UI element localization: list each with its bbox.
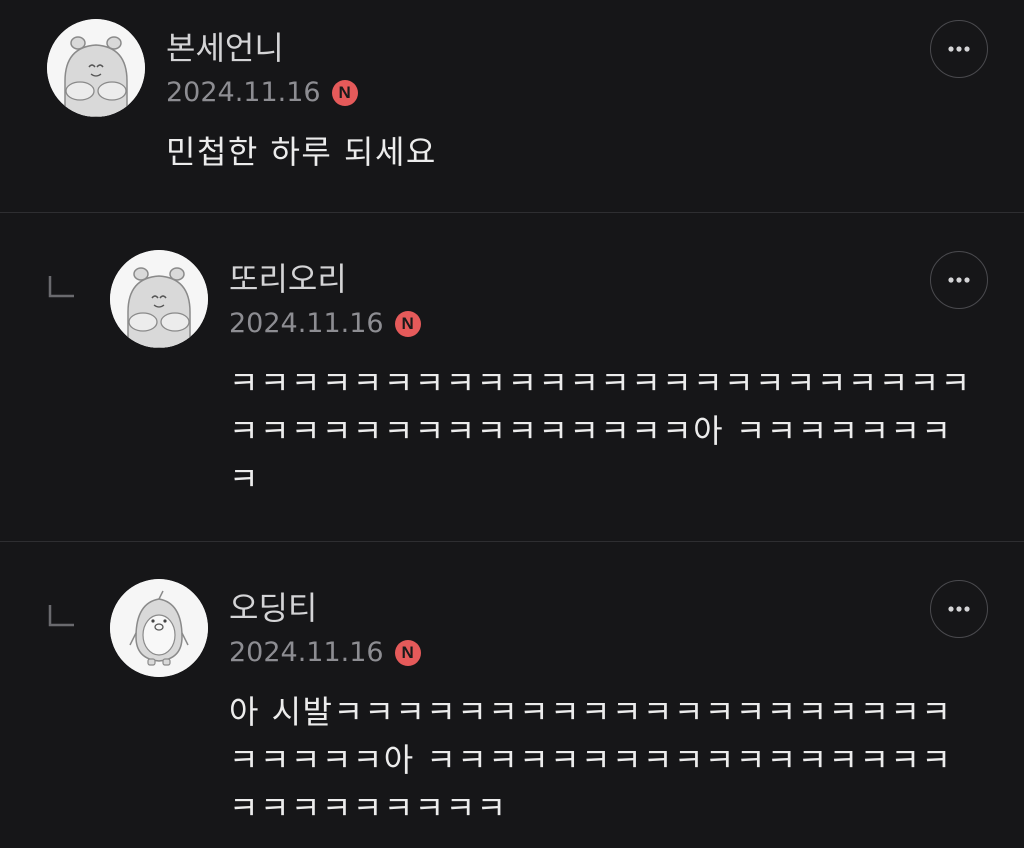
comment-date: 2024.11.16: [229, 308, 384, 339]
ellipsis-icon: [948, 606, 970, 612]
new-badge-icon: N: [394, 310, 421, 337]
ellipsis-icon: [948, 46, 970, 52]
divider: [0, 212, 1024, 213]
comment-text: ㅋㅋㅋㅋㅋㅋㅋㅋㅋㅋㅋㅋㅋㅋㅋㅋㅋㅋㅋㅋㅋㅋㅋㅋㅋㅋㅋㅋㅋㅋㅋㅋㅋㅋㅋㅋㅋㅋㅋ아…: [229, 364, 972, 498]
comment-text: 아 시발ㅋㅋㅋㅋㅋㅋㅋㅋㅋㅋㅋㅋㅋㅋㅋㅋㅋㅋㅋㅋㅋㅋㅋㅋㅋ아 ㅋㅋㅋㅋㅋㅋㅋㅋㅋ…: [229, 693, 953, 827]
hamster-avatar-icon[interactable]: [110, 250, 208, 348]
reply-arrow-icon: [48, 276, 74, 298]
comment-meta: 2024.11.16 N: [229, 639, 421, 666]
comment-date: 2024.11.16: [166, 77, 321, 108]
comment-text: 민첩한 하루 되세요: [166, 133, 437, 171]
comment-author[interactable]: 오딩티: [229, 592, 317, 624]
reply-arrow-icon: [48, 605, 74, 627]
hamster-avatar-icon[interactable]: [47, 19, 145, 117]
ellipsis-icon: [948, 277, 970, 283]
penguin-avatar-icon[interactable]: [110, 579, 208, 677]
divider: [0, 541, 1024, 542]
comment-author[interactable]: 본세언니: [166, 32, 284, 64]
new-badge-icon: N: [331, 79, 358, 106]
comment-meta: 2024.11.16 N: [166, 79, 358, 106]
comment-author[interactable]: 또리오리: [229, 263, 347, 295]
comment-meta: 2024.11.16 N: [229, 310, 421, 337]
new-badge-icon: N: [394, 639, 421, 666]
comment-date: 2024.11.16: [229, 637, 384, 668]
more-options-button[interactable]: [930, 251, 988, 309]
more-options-button[interactable]: [930, 580, 988, 638]
more-options-button[interactable]: [930, 20, 988, 78]
